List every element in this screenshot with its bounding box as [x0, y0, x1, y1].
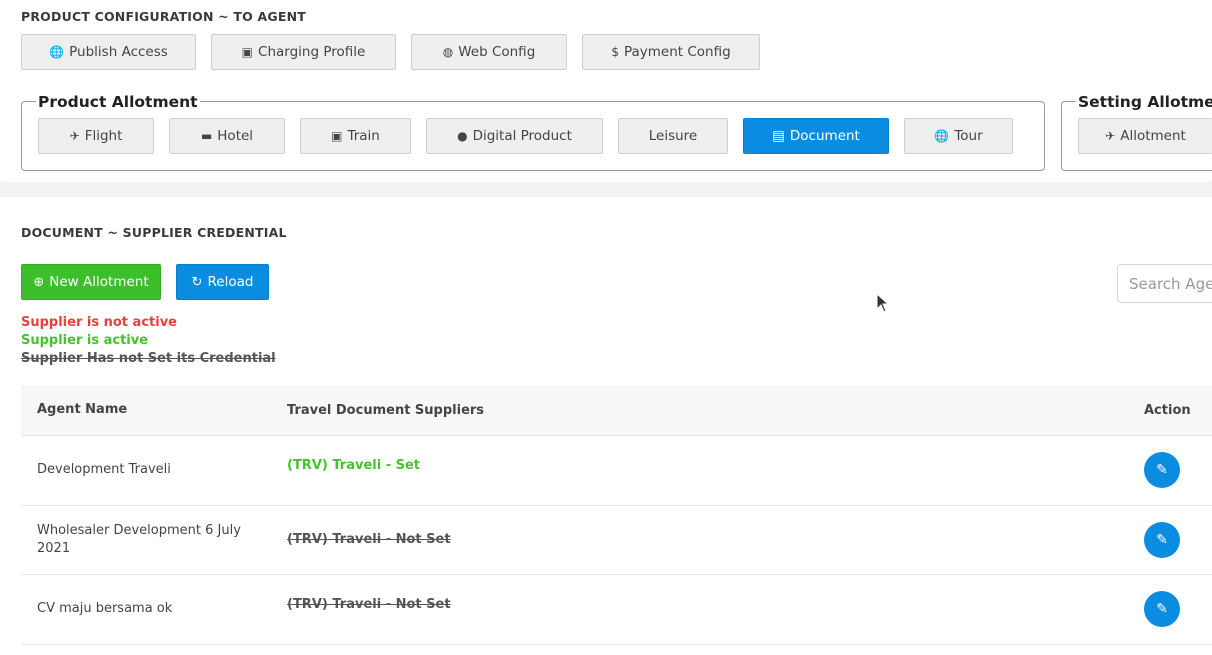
payment-config-label: Payment Config	[623, 44, 731, 60]
setting-allotment-legend: Setting Allotmen	[1076, 93, 1212, 111]
search-agent-input[interactable]: Search Age	[1117, 264, 1212, 303]
flight-button[interactable]: ✈ Flight	[38, 118, 154, 154]
publish-access-button[interactable]: 🌐 Publish Access	[21, 34, 196, 70]
plus-circle-icon: ⊕	[33, 274, 45, 290]
header-suppliers: Travel Document Suppliers	[287, 402, 485, 418]
supplier-status: (TRV) Traveli - Not Set	[287, 597, 451, 612]
allotment-button[interactable]: ✈ Allotment	[1078, 118, 1212, 154]
leisure-label: Leisure	[648, 128, 698, 144]
globe-icon: 🌐	[934, 129, 950, 143]
reload-label: Reload	[207, 274, 254, 290]
supplier-status: (TRV) Traveli - Set	[287, 458, 421, 473]
hotel-label: Hotel	[217, 128, 254, 144]
publish-access-label: Publish Access	[69, 44, 168, 60]
legend-active: Supplier is active	[21, 333, 149, 348]
product-allotment-legend: Product Allotment	[36, 93, 200, 111]
pencil-icon: ✎	[1156, 531, 1168, 548]
table-row: CV maju bersama ok (TRV) Traveli - Not S…	[21, 575, 1212, 645]
train-button[interactable]: ▣ Train	[300, 118, 411, 154]
charging-profile-button[interactable]: ▣ Charging Profile	[211, 34, 396, 70]
tour-button[interactable]: 🌐 Tour	[904, 118, 1013, 154]
search-placeholder: Search Age	[1129, 274, 1212, 293]
legend-inactive: Supplier is not active	[21, 315, 177, 330]
document-button[interactable]: ▤ Document	[743, 118, 889, 154]
leisure-button[interactable]: Leisure	[618, 118, 728, 154]
new-allotment-button[interactable]: ⊕ New Allotment	[21, 264, 161, 300]
plane-icon: ✈	[1105, 129, 1116, 143]
reload-icon: ↻	[191, 274, 203, 290]
document-label: Document	[789, 128, 860, 144]
charging-profile-label: Charging Profile	[258, 44, 366, 60]
tour-label: Tour	[954, 128, 983, 144]
new-allotment-label: New Allotment	[49, 274, 149, 290]
table-row: Wholesaler Development 6 July 2021 (TRV)…	[21, 506, 1212, 575]
table-header: Agent Name Travel Document Suppliers Act…	[21, 385, 1212, 436]
digital-product-button[interactable]: ● Digital Product	[426, 118, 603, 154]
document-title: DOCUMENT ~ SUPPLIER CREDENTIAL	[21, 225, 287, 240]
train-label: Train	[347, 128, 380, 144]
digital-icon: ●	[457, 129, 468, 143]
edit-button[interactable]: ✎	[1144, 521, 1180, 558]
document-icon: ▤	[772, 128, 785, 144]
globe-icon: 🌐	[49, 45, 65, 59]
plane-icon: ✈	[69, 129, 80, 143]
supplier-table: Agent Name Travel Document Suppliers Act…	[21, 385, 1212, 645]
money-icon: ▣	[241, 45, 254, 59]
hotel-button[interactable]: ▬ Hotel	[169, 118, 285, 154]
train-icon: ▣	[331, 129, 343, 143]
document-supplier-panel: DOCUMENT ~ SUPPLIER CREDENTIAL ⊕ New All…	[0, 197, 1212, 655]
product-configuration-panel: PRODUCT CONFIGURATION ~ TO AGENT 🌐 Publi…	[0, 0, 1212, 182]
table-row: Development Traveli (TRV) Traveli - Set …	[21, 436, 1212, 506]
bed-icon: ▬	[200, 129, 213, 143]
dollar-icon: $	[611, 45, 619, 59]
reload-button[interactable]: ↻ Reload	[176, 264, 269, 300]
mouse-cursor-icon	[876, 293, 890, 313]
web-config-button[interactable]: ◍ Web Config	[411, 34, 567, 70]
legend-not-set: Supplier Has not Set its Credential	[21, 351, 276, 366]
flight-label: Flight	[84, 128, 123, 144]
edit-button[interactable]: ✎	[1144, 591, 1180, 628]
agent-name: Wholesaler Development 6 July 2021	[37, 522, 241, 556]
header-agent-name: Agent Name	[37, 402, 128, 417]
header-action: Action	[1144, 402, 1191, 418]
digital-product-label: Digital Product	[472, 128, 572, 144]
payment-config-button[interactable]: $ Payment Config	[582, 34, 760, 70]
allotment-label: Allotment	[1120, 128, 1186, 144]
pencil-icon: ✎	[1156, 601, 1168, 618]
agent-name: CV maju bersama ok	[37, 601, 173, 617]
web-config-label: Web Config	[458, 44, 536, 60]
agent-name: Development Traveli	[37, 462, 171, 478]
pencil-icon: ✎	[1156, 462, 1168, 479]
globe-alt-icon: ◍	[442, 45, 454, 59]
config-title: PRODUCT CONFIGURATION ~ TO AGENT	[21, 9, 306, 24]
edit-button[interactable]: ✎	[1144, 452, 1180, 489]
supplier-status: (TRV) Traveli - Not Set	[287, 532, 451, 548]
